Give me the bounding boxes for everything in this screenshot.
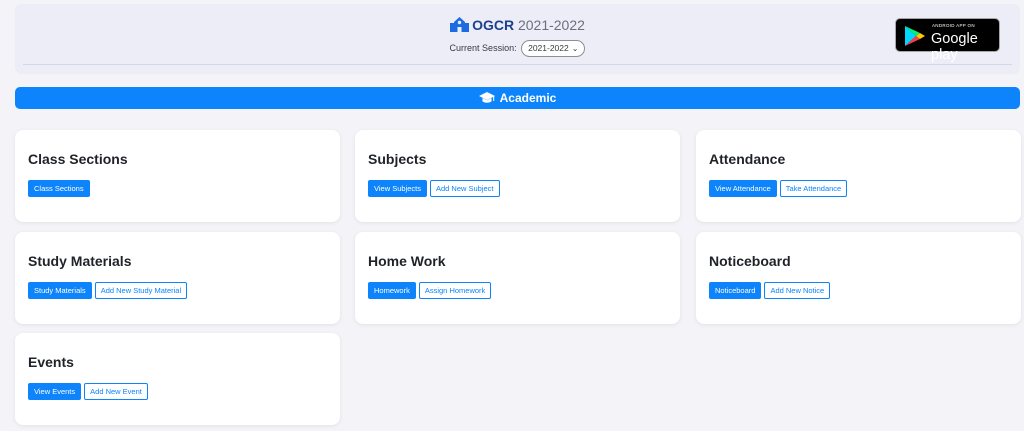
header-divider — [23, 64, 1012, 65]
google-play-badge[interactable]: ANDROID APP ON Google play — [895, 18, 1000, 63]
google-play-icon — [904, 25, 926, 52]
card-events: Events View Events Add New Event — [15, 333, 340, 425]
view-events-button[interactable]: View Events — [28, 383, 82, 400]
store-badge-name: Google play — [931, 31, 978, 63]
add-new-subject-button[interactable]: Add New Subject — [429, 180, 500, 197]
section-title: Academic — [499, 91, 557, 105]
homework-button[interactable]: Homework — [368, 282, 416, 299]
class-sections-button[interactable]: Class Sections — [28, 180, 90, 197]
study-materials-button[interactable]: Study Materials — [28, 282, 92, 299]
brand: OGCR 2021-2022 — [15, 17, 1020, 35]
session-select[interactable]: 2021-2022 ⌄ — [521, 40, 586, 58]
add-new-study-material-button[interactable]: Add New Study Material — [94, 282, 188, 299]
graduation-cap-icon — [478, 89, 495, 111]
card-home-work: Home Work Homework Assign Homework — [355, 232, 680, 324]
session-label: Current Session: — [449, 43, 517, 53]
noticeboard-button[interactable]: Noticeboard — [709, 282, 762, 299]
school-building-icon — [450, 17, 470, 35]
store-badge-top: ANDROID APP ON — [932, 23, 975, 28]
card-class-sections: Class Sections Class Sections — [15, 130, 340, 222]
app-year: 2021-2022 — [517, 17, 585, 33]
card-title: Subjects — [368, 151, 427, 167]
add-new-notice-button[interactable]: Add New Notice — [764, 282, 831, 299]
card-title: Class Sections — [28, 151, 128, 167]
card-title: Noticeboard — [709, 253, 791, 269]
card-noticeboard: Noticeboard Noticeboard Add New Notice — [696, 232, 1021, 324]
view-subjects-button[interactable]: View Subjects — [368, 180, 427, 197]
session-value: 2021-2022 — [528, 43, 569, 54]
card-attendance: Attendance View Attendance Take Attendanc… — [696, 130, 1021, 222]
card-title: Study Materials — [28, 253, 132, 269]
section-bar: Academic — [15, 87, 1020, 109]
assign-homework-button[interactable]: Assign Homework — [418, 282, 492, 299]
app-name: OGCR — [472, 17, 515, 33]
top-header: OGCR 2021-2022 Current Session: 2021-202… — [15, 4, 1020, 74]
card-title: Attendance — [709, 151, 786, 167]
card-title: Home Work — [368, 253, 446, 269]
session-row: Current Session: 2021-2022 ⌄ — [15, 40, 1020, 58]
view-attendance-button[interactable]: View Attendance — [709, 180, 777, 197]
take-attendance-button[interactable]: Take Attendance — [779, 180, 848, 197]
chevron-down-icon: ⌄ — [571, 44, 579, 54]
add-new-event-button[interactable]: Add New Event — [84, 383, 148, 400]
card-title: Events — [28, 354, 74, 370]
card-study-materials: Study Materials Study Materials Add New S… — [15, 232, 340, 324]
card-subjects: Subjects View Subjects Add New Subject — [355, 130, 680, 222]
